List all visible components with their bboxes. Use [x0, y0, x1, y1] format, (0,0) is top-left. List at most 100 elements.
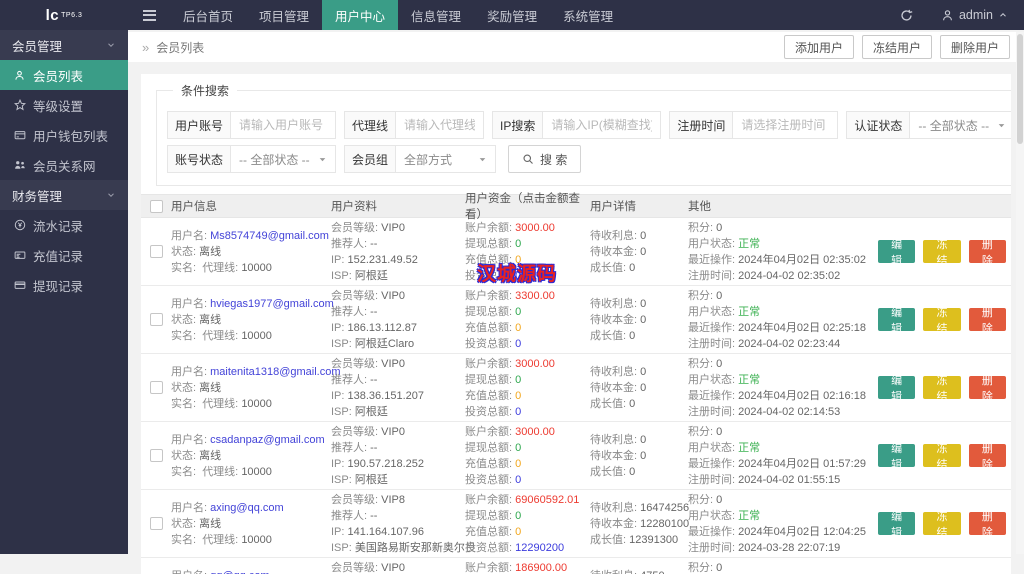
balance-amount[interactable]: 3000.00 [515, 426, 555, 438]
agent-input[interactable] [396, 111, 484, 139]
account-input[interactable] [231, 111, 336, 139]
edit-button[interactable]: 编 辑 [878, 512, 915, 535]
nav-item-information[interactable]: 信息管理 [398, 0, 474, 30]
delete-user-button[interactable]: 删除用户 [940, 35, 1010, 59]
freeze-button[interactable]: 冻 结 [923, 240, 960, 263]
balance-amount[interactable]: 3300.00 [515, 290, 555, 302]
username-link[interactable]: maitenita1318@gmail.com [210, 366, 340, 378]
cell-user-detail: 待收利息: 0 待收本金: 0 成长值: 0 [590, 228, 688, 276]
freeze-button[interactable]: 冻 结 [923, 376, 960, 399]
delete-button[interactable]: 删 除 [969, 308, 1006, 331]
sidebar-item-wallet-list[interactable]: 用户钱包列表 [0, 120, 128, 150]
balance-amount[interactable]: 69060592.01 [515, 494, 579, 506]
invest-amount[interactable]: 12290200 [515, 542, 564, 554]
username-link[interactable]: axing@qq.com [210, 502, 284, 514]
freeze-user-button[interactable]: 冻结用户 [862, 35, 932, 59]
nav-item-user-center[interactable]: 用户中心 [322, 0, 398, 30]
edit-button[interactable]: 编 辑 [878, 444, 915, 467]
nav-item-projects[interactable]: 项目管理 [246, 0, 322, 30]
account-status-select[interactable]: -- 全部状态 -- [231, 145, 336, 173]
row-checkbox[interactable] [150, 449, 163, 462]
header-user-detail: 用户详情 [590, 198, 688, 214]
hamburger-icon[interactable] [128, 0, 170, 30]
invest-amount[interactable]: 0 [515, 406, 521, 418]
withdraw-amount[interactable]: 0 [515, 510, 521, 522]
balance-amount[interactable]: 3000.00 [515, 222, 555, 234]
regtime-label: 注册时间 [669, 111, 733, 139]
balance-amount[interactable]: 3000.00 [515, 358, 555, 370]
recharge-amount[interactable]: 0 [515, 526, 521, 538]
sidebar-item-recharge-records[interactable]: 充值记录 [0, 240, 128, 270]
username-link[interactable]: csadanpaz@gmail.com [210, 434, 325, 446]
username-link[interactable]: hviegas1977@gmail.com [210, 298, 334, 310]
nav-item-dashboard[interactable]: 后台首页 [170, 0, 246, 30]
withdraw-amount[interactable]: 0 [515, 442, 521, 454]
recharge-amount[interactable]: 0 [515, 390, 521, 402]
sidebar-group-member[interactable]: 会员管理 [0, 30, 128, 60]
page-actions: 添加用户 冻结用户 删除用户 [784, 35, 1010, 59]
sidebar-item-withdraw-records[interactable]: 提现记录 [0, 270, 128, 300]
withdraw-amount[interactable]: 0 [515, 306, 521, 318]
cell-user-info: 用户名: hviegas1977@gmail.com 状态: 离线 实名: 代理… [171, 296, 331, 344]
agent-field-group: 代理线 [344, 111, 484, 139]
nav-item-system[interactable]: 系统管理 [550, 0, 626, 30]
cell-user-info: 用户名: Ms8574749@gmail.com 状态: 离线 实名: 代理线:… [171, 228, 331, 276]
sidebar: 会员管理 会员列表 等级设置 用户钱包列表 会员关系网 财务管理 流水记录 [0, 30, 128, 554]
cell-other: 积分: 0 用户状态: 正常 最近操作: 2024年04月02日 01:57:2… [688, 424, 878, 488]
auth-status-select[interactable]: -- 全部状态 -- [910, 111, 1011, 139]
username-link[interactable]: qq@qq.com [210, 570, 269, 574]
nav-item-rewards[interactable]: 奖励管理 [474, 0, 550, 30]
sidebar-item-relation-network[interactable]: 会员关系网 [0, 150, 128, 180]
delete-button[interactable]: 删 除 [969, 376, 1006, 399]
vertical-scrollbar[interactable] [1016, 32, 1024, 554]
freeze-button[interactable]: 冻 结 [923, 444, 960, 467]
select-all-checkbox[interactable] [150, 200, 163, 213]
refresh-icon[interactable] [900, 9, 913, 22]
sidebar-group-finance[interactable]: 财务管理 [0, 180, 128, 210]
table-row: 用户名: maitenita1318@gmail.com 状态: 离线 实名: … [141, 354, 1011, 422]
cell-user-detail: 待收利息: 0 待收本金: 0 成长值: 0 [590, 432, 688, 480]
row-checkbox[interactable] [150, 517, 163, 530]
freeze-button[interactable]: 冻 结 [923, 512, 960, 535]
sidebar-item-level-settings[interactable]: 等级设置 [0, 90, 128, 120]
edit-button[interactable]: 编 辑 [878, 240, 915, 263]
ip-input[interactable] [543, 111, 661, 139]
row-checkbox[interactable] [150, 313, 163, 326]
recharge-amount[interactable]: 0 [515, 458, 521, 470]
chevron-up-icon [998, 10, 1008, 20]
user-menu[interactable]: admin [941, 8, 1008, 22]
ip-label: IP搜索 [492, 111, 543, 139]
balance-amount[interactable]: 186900.00 [515, 562, 567, 574]
delete-button[interactable]: 删 除 [969, 240, 1006, 263]
add-user-button[interactable]: 添加用户 [784, 35, 854, 59]
row-checkbox[interactable] [150, 381, 163, 394]
account-status-label: 账号状态 [167, 145, 231, 173]
invest-amount[interactable]: 0 [515, 338, 521, 350]
cell-other: 积分: 0 用户状态: 正常 最近操作: 2024年04月02日 12:04:2… [688, 492, 878, 556]
breadcrumb: » 会员列表 添加用户 冻结用户 删除用户 [128, 32, 1024, 62]
invest-amount[interactable]: 0 [515, 474, 521, 486]
withdraw-amount[interactable]: 0 [515, 238, 521, 250]
username-link[interactable]: Ms8574749@gmail.com [210, 230, 329, 242]
sidebar-item-member-list[interactable]: 会员列表 [0, 60, 128, 90]
recharge-amount[interactable]: 0 [515, 322, 521, 334]
delete-button[interactable]: 删 除 [969, 512, 1006, 535]
sidebar-item-transaction-records[interactable]: 流水记录 [0, 210, 128, 240]
table-header: 用户信息 用户资料 用户资金（点击金额查看） 用户详情 其他 [141, 194, 1011, 218]
delete-button[interactable]: 删 除 [969, 444, 1006, 467]
search-button[interactable]: 搜 索 [508, 145, 581, 173]
regtime-input[interactable] [733, 111, 838, 139]
header-user-info: 用户信息 [171, 198, 331, 214]
cell-user-funds: 账户余额: 69060592.01 提现总额: 0 充值总额: 0 投资总额: … [465, 492, 590, 556]
edit-button[interactable]: 编 辑 [878, 308, 915, 331]
account-field-group: 用户账号 [167, 111, 336, 139]
cell-user-funds: 账户余额: 3300.00 提现总额: 0 充值总额: 0 投资总额: 0 [465, 288, 590, 352]
cell-user-profile: 会员等级: VIP0 推荐人: -- IP: 186.13.112.87 ISP… [331, 288, 465, 352]
scrollbar-thumb[interactable] [1017, 34, 1023, 144]
search-legend: 条件搜索 [173, 82, 237, 99]
member-group-select[interactable]: 全部方式 [396, 145, 496, 173]
row-checkbox[interactable] [150, 245, 163, 258]
edit-button[interactable]: 编 辑 [878, 376, 915, 399]
withdraw-amount[interactable]: 0 [515, 374, 521, 386]
freeze-button[interactable]: 冻 结 [923, 308, 960, 331]
